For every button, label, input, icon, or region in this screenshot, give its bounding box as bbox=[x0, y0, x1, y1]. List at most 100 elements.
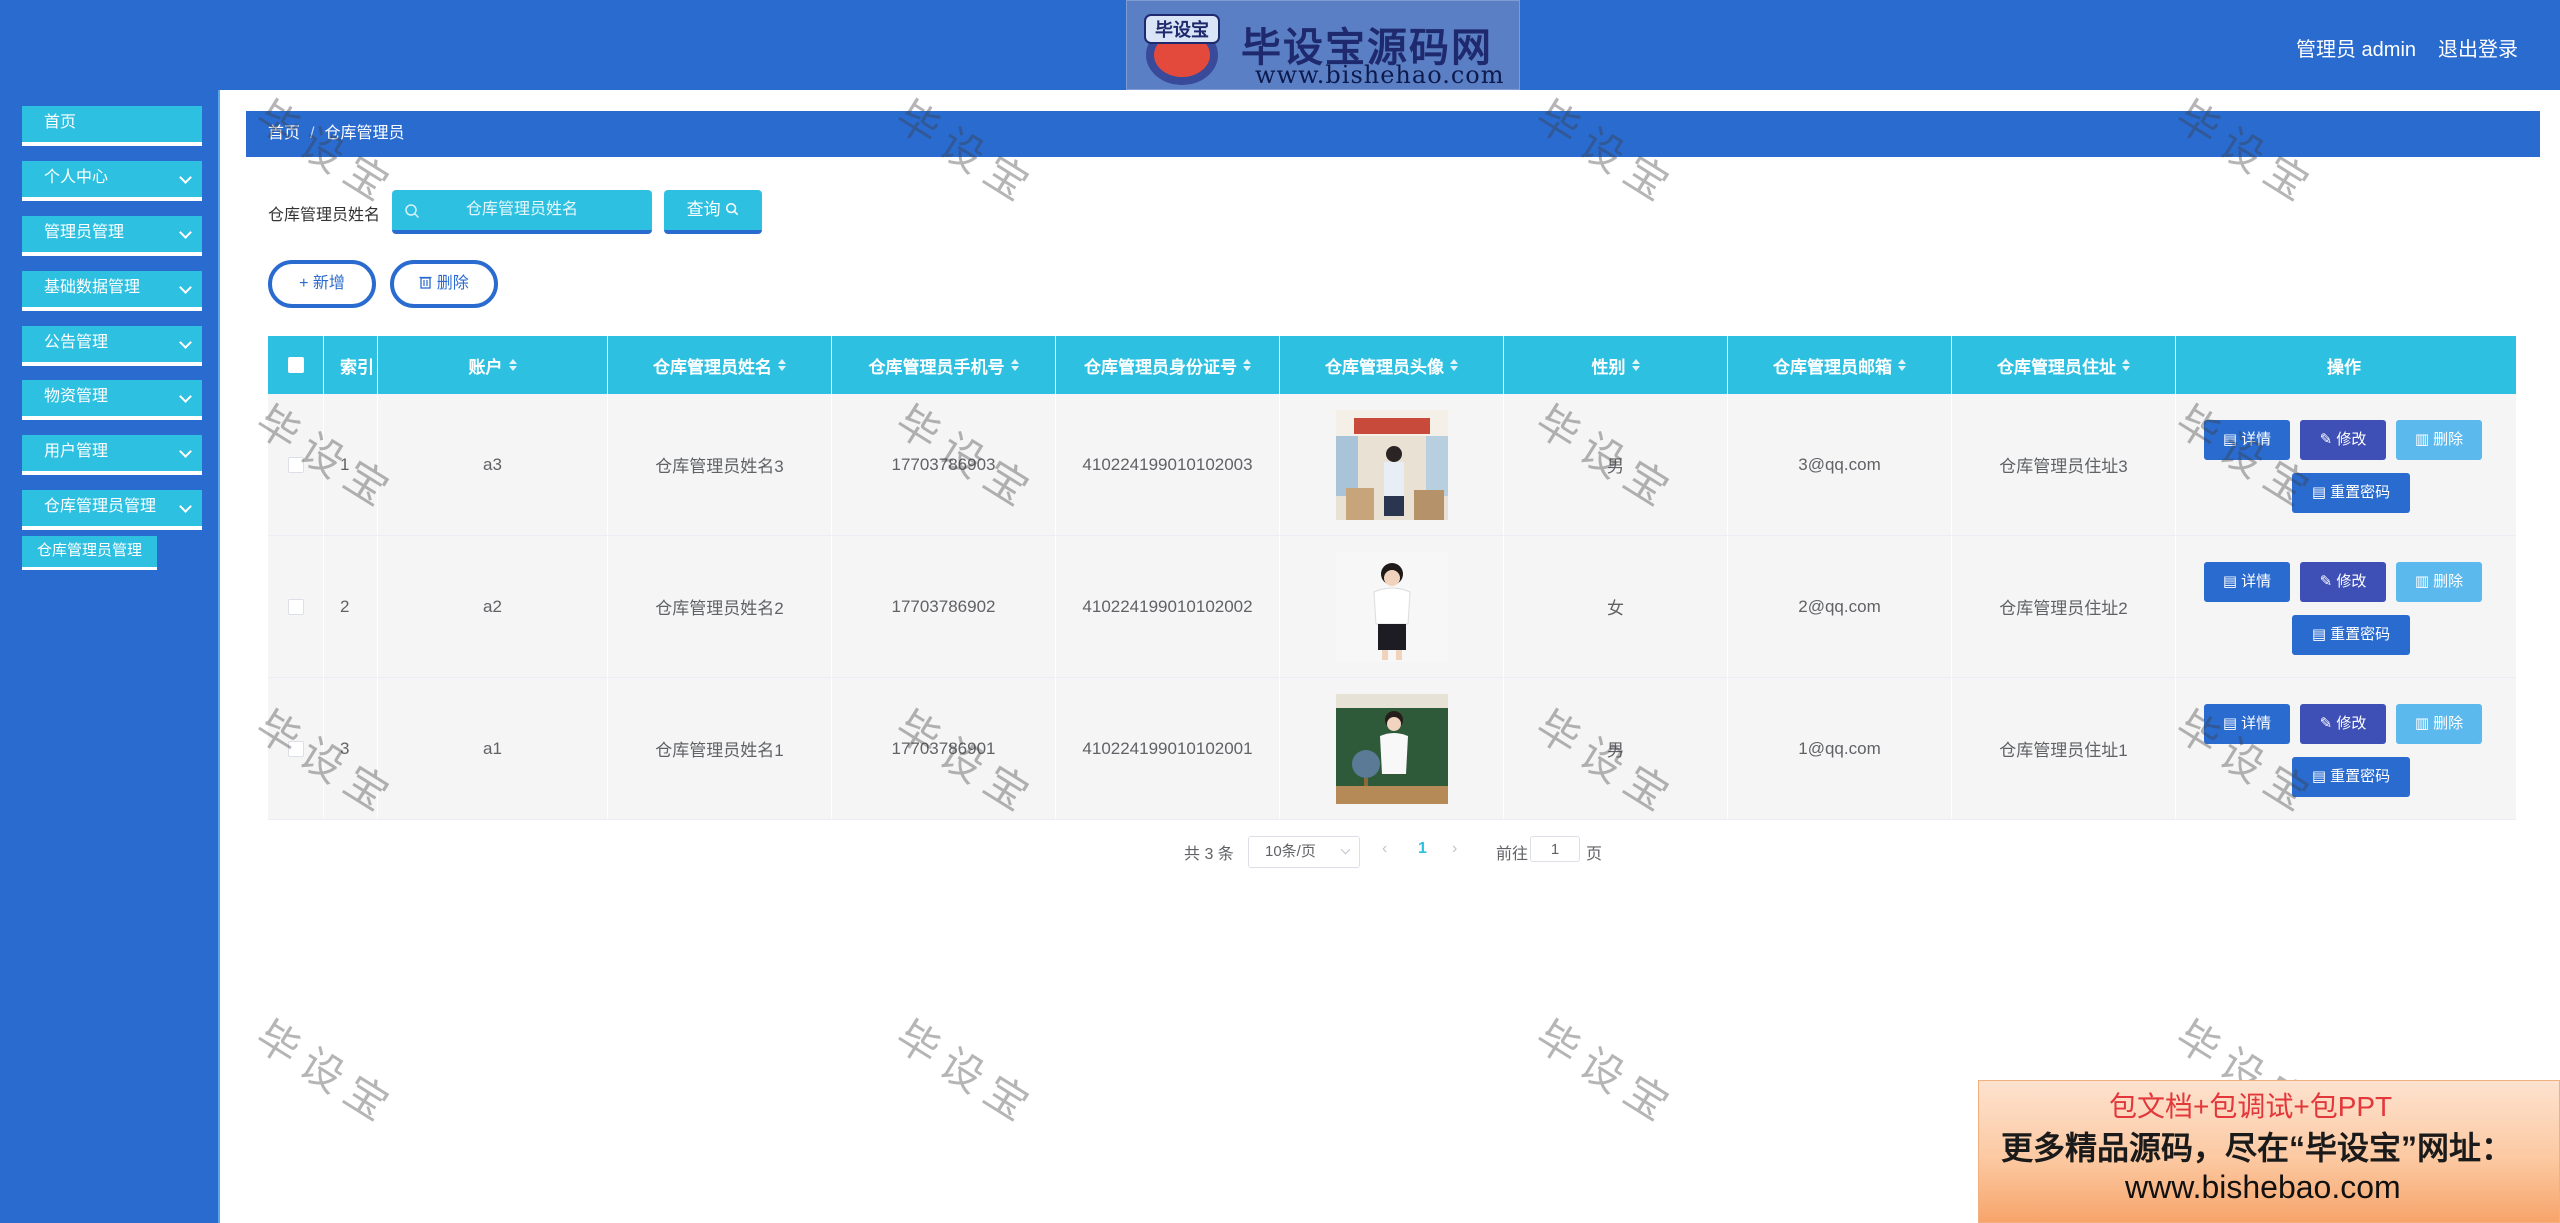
sort-icon[interactable] bbox=[1010, 359, 1019, 371]
edit-button[interactable]: ✎ 修改 bbox=[2300, 419, 2386, 460]
trash-icon: ▥ bbox=[2414, 430, 2434, 448]
detail-button[interactable]: ▤ 详情 bbox=[2204, 419, 2290, 460]
user-label: 管理员 admin bbox=[2296, 39, 2417, 61]
sort-icon[interactable] bbox=[508, 359, 517, 371]
search-input[interactable] bbox=[392, 190, 652, 234]
row-checkbox[interactable] bbox=[287, 598, 304, 615]
cell-operations: ▤ 详情 ✎ 修改 ▥ 删除 ▤ 重置密码 bbox=[2176, 536, 2512, 677]
logo-badge-icon: 毕设宝 bbox=[1144, 14, 1220, 85]
header-gender[interactable]: 性别 bbox=[1504, 336, 1728, 394]
cell-name: 仓库管理员姓名3 bbox=[608, 394, 832, 535]
breadcrumb-separator: / bbox=[310, 125, 315, 142]
goto-page-input[interactable] bbox=[1530, 836, 1580, 862]
header-select-all[interactable] bbox=[268, 336, 324, 394]
trash-icon: ▥ bbox=[2414, 572, 2434, 590]
header-account[interactable]: 账户 bbox=[378, 336, 608, 394]
row-checkbox[interactable] bbox=[287, 456, 304, 473]
cell-idcard: 410224199010102001 bbox=[1056, 678, 1280, 819]
cell-idcard: 410224199010102003 bbox=[1056, 394, 1280, 535]
row-select[interactable] bbox=[268, 536, 324, 677]
header-avatar[interactable]: 仓库管理员头像 bbox=[1280, 336, 1504, 394]
header-idcard[interactable]: 仓库管理员身份证号 bbox=[1056, 336, 1280, 394]
trash-icon: ▥ bbox=[2414, 714, 2434, 732]
header-email[interactable]: 仓库管理员邮箱 bbox=[1728, 336, 1952, 394]
select-all-checkbox[interactable] bbox=[287, 357, 304, 373]
submenu-warehouse-admin[interactable]: 仓库管理员管理 bbox=[22, 536, 157, 570]
breadcrumb-current: 仓库管理员 bbox=[324, 125, 405, 142]
cell-avatar bbox=[1280, 536, 1504, 677]
document-icon: ▤ bbox=[2222, 714, 2242, 732]
cell-phone: 17703786902 bbox=[832, 536, 1056, 677]
edit-button[interactable]: ✎ 修改 bbox=[2300, 703, 2386, 744]
detail-button[interactable]: ▤ 详情 bbox=[2204, 703, 2290, 744]
table-row: 1 a3 仓库管理员姓名3 17703786903 41022419901010… bbox=[268, 394, 2516, 536]
breadcrumb-home[interactable]: 首页 bbox=[268, 125, 300, 142]
ad-banner[interactable]: 包文档+包调试+包PPT 更多精品源码，尽在“毕设宝”网址： www.bishe… bbox=[1978, 1080, 2560, 1223]
sidebar-item-label: 管理员管理 bbox=[44, 224, 125, 241]
prev-page-button[interactable]: ‹ bbox=[1382, 840, 1387, 858]
row-select[interactable] bbox=[268, 394, 324, 535]
header-phone[interactable]: 仓库管理员手机号 bbox=[832, 336, 1056, 394]
row-select[interactable] bbox=[268, 678, 324, 819]
cell-index: 3 bbox=[324, 678, 378, 819]
sort-icon[interactable] bbox=[2122, 359, 2130, 371]
avatar[interactable] bbox=[1335, 409, 1448, 520]
sidebar-item-materials[interactable]: 物资管理 bbox=[22, 380, 202, 420]
query-button[interactable]: 查询 bbox=[664, 190, 762, 234]
cell-name: 仓库管理员姓名2 bbox=[608, 536, 832, 677]
sidebar-item-admin-management[interactable]: 管理员管理 bbox=[22, 216, 202, 256]
sidebar-item-label: 物资管理 bbox=[44, 388, 109, 405]
add-button-label: 新增 bbox=[312, 275, 345, 292]
sidebar-item-users[interactable]: 用户管理 bbox=[22, 435, 202, 475]
document-icon: ▤ bbox=[2311, 767, 2331, 785]
sidebar-item-label: 用户管理 bbox=[44, 443, 109, 460]
avatar[interactable] bbox=[1335, 551, 1448, 662]
cell-avatar bbox=[1280, 394, 1504, 535]
sidebar-item-warehouse-admin[interactable]: 仓库管理员管理 bbox=[22, 490, 202, 530]
add-button[interactable]: + 新增 bbox=[268, 260, 376, 308]
header-address[interactable]: 仓库管理员住址 bbox=[1952, 336, 2176, 394]
reset-password-button[interactable]: ▤ 重置密码 bbox=[2292, 472, 2410, 513]
delete-button[interactable]: ▥ 删除 bbox=[2396, 703, 2482, 744]
logout-link[interactable]: 退出登录 bbox=[2438, 33, 2518, 62]
sidebar-item-home[interactable]: 首页 bbox=[22, 106, 202, 146]
query-button-label: 查询 bbox=[686, 200, 721, 219]
trash-icon bbox=[419, 276, 432, 289]
search-label: 仓库管理员姓名 bbox=[268, 207, 381, 224]
cell-account: a1 bbox=[378, 678, 608, 819]
page-size-select[interactable]: 10条/页 bbox=[1248, 836, 1360, 868]
row-checkbox[interactable] bbox=[287, 740, 304, 757]
cell-email: 3@qq.com bbox=[1728, 394, 1952, 535]
header-name[interactable]: 仓库管理员姓名 bbox=[608, 336, 832, 394]
sort-icon[interactable] bbox=[1450, 359, 1458, 371]
ad-line3: www.bishebao.com bbox=[2125, 1169, 2401, 1205]
sort-icon[interactable] bbox=[1243, 359, 1251, 371]
sidebar-item-personal-center[interactable]: 个人中心 bbox=[22, 161, 202, 201]
detail-button[interactable]: ▤ 详情 bbox=[2204, 561, 2290, 602]
avatar[interactable] bbox=[1335, 693, 1448, 804]
delete-button[interactable]: ▥ 删除 bbox=[2396, 419, 2482, 460]
cell-address: 仓库管理员住址3 bbox=[1952, 394, 2176, 535]
sidebar-item-basic-data[interactable]: 基础数据管理 bbox=[22, 271, 202, 311]
edit-button[interactable]: ✎ 修改 bbox=[2300, 561, 2386, 602]
breadcrumb: 首页 / 仓库管理员 bbox=[246, 111, 2540, 157]
next-page-button[interactable]: › bbox=[1452, 840, 1457, 858]
sort-icon[interactable] bbox=[778, 359, 786, 371]
batch-delete-button[interactable]: 删除 bbox=[390, 260, 498, 308]
delete-button[interactable]: ▥ 删除 bbox=[2396, 561, 2482, 602]
cell-name: 仓库管理员姓名1 bbox=[608, 678, 832, 819]
cell-email: 2@qq.com bbox=[1728, 536, 1952, 677]
sidebar-item-label: 首页 bbox=[44, 114, 77, 131]
document-icon: ▤ bbox=[2222, 572, 2242, 590]
sort-icon[interactable] bbox=[1631, 359, 1640, 371]
cell-gender: 男 bbox=[1504, 678, 1728, 819]
sidebar-item-label: 仓库管理员管理 bbox=[44, 498, 157, 515]
sidebar-item-announcements[interactable]: 公告管理 bbox=[22, 326, 202, 366]
top-bar: 毕设宝 毕设宝源码网 www.bishehao.com 管理员 admin 退出… bbox=[0, 0, 2560, 90]
reset-password-button[interactable]: ▤ 重置密码 bbox=[2292, 614, 2410, 655]
page-number[interactable]: 1 bbox=[1418, 840, 1427, 858]
sort-icon[interactable] bbox=[1898, 359, 1906, 371]
header-operations: 操作 bbox=[2327, 357, 2361, 377]
logo-url: www.bishehao.com bbox=[1255, 61, 1505, 89]
reset-password-button[interactable]: ▤ 重置密码 bbox=[2292, 756, 2410, 797]
